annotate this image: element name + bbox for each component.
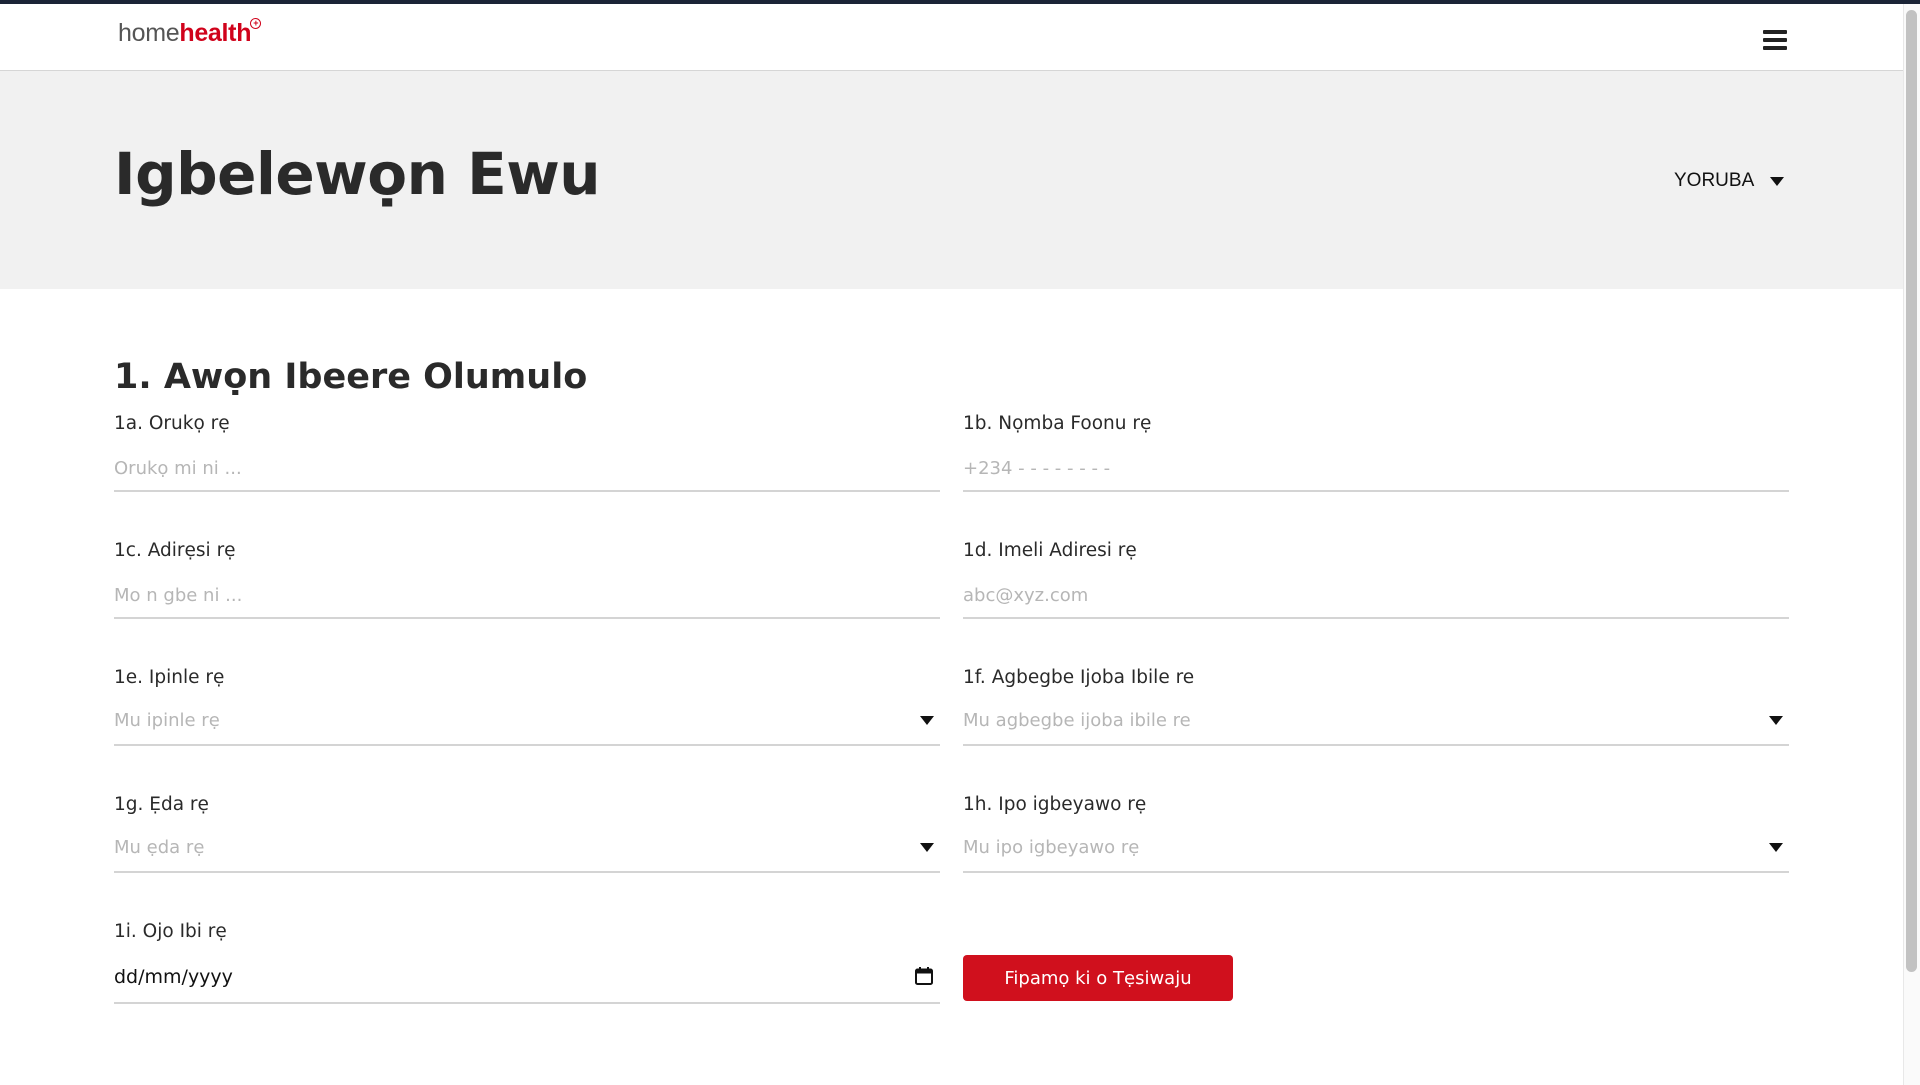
lga-select[interactable]: Mu agbegbe ijoba ibile re: [963, 700, 1789, 746]
section-title: 1. Awọn Ibeere Olumulo: [114, 357, 588, 397]
name-input[interactable]: [114, 446, 940, 492]
logo-plus-icon: +: [250, 18, 262, 29]
dob-field-group: 1i. Ojo Ibi rẹ dd/mm/yyyy: [114, 920, 940, 1008]
language-label: YORUBA: [1674, 170, 1755, 191]
gender-field-group: 1g. Ẹda rẹ Mu ẹda rẹ: [114, 793, 940, 877]
lga-field-group: 1f. Agbegbe Ijoba Ibile re Mu agbegbe ij…: [963, 666, 1789, 750]
state-placeholder: Mu ipinle rẹ: [114, 710, 220, 731]
marital-select[interactable]: Mu ipo igbeyawo rẹ: [963, 827, 1789, 873]
chevron-down-icon: [920, 843, 934, 852]
calendar-icon[interactable]: [914, 966, 934, 986]
chevron-down-icon: [1770, 177, 1784, 186]
scrollbar-thumb[interactable]: [1906, 10, 1917, 972]
homehealth-logo[interactable]: homehealth +: [118, 18, 262, 48]
page: homehealth + Igbelewọn Ewu YORUBA 1. Awọ…: [0, 0, 1920, 1085]
chevron-down-icon: [920, 716, 934, 725]
phone-input[interactable]: [963, 446, 1789, 492]
email-label: 1d. Imeli Adiresi rẹ: [963, 540, 1137, 561]
logo-home-text: home: [118, 19, 180, 47]
state-field-group: 1e. Ipinle rẹ Mu ipinle rẹ: [114, 666, 940, 750]
dob-input[interactable]: dd/mm/yyyy: [114, 954, 940, 1004]
gender-select[interactable]: Mu ẹda rẹ: [114, 827, 940, 873]
address-field-group: 1c. Adirẹsi rẹ: [114, 539, 940, 623]
address-label: 1c. Adirẹsi rẹ: [114, 540, 236, 561]
phone-field-group: 1b. Nọmba Foonu rẹ: [963, 412, 1789, 496]
hamburger-line: [1763, 46, 1787, 50]
gender-placeholder: Mu ẹda rẹ: [114, 837, 205, 858]
state-select[interactable]: Mu ipinle rẹ: [114, 700, 940, 746]
address-input[interactable]: [114, 573, 940, 619]
dob-label: 1i. Ojo Ibi rẹ: [114, 921, 227, 942]
email-input[interactable]: [963, 573, 1789, 619]
chevron-down-icon: [1769, 716, 1783, 725]
gender-label: 1g. Ẹda rẹ: [114, 794, 209, 815]
email-field-group: 1d. Imeli Adiresi rẹ: [963, 539, 1789, 623]
language-select[interactable]: YORUBA: [1672, 166, 1788, 196]
save-continue-button[interactable]: Fipamọ ki o Tẹsiwaju: [963, 955, 1233, 1001]
marital-field-group: 1h. Ipo igbeyawo rẹ Mu ipo igbeyawo rẹ: [963, 793, 1789, 877]
marital-placeholder: Mu ipo igbeyawo rẹ: [963, 837, 1140, 858]
hamburger-line: [1763, 30, 1787, 34]
hamburger-line: [1763, 38, 1787, 42]
page-title: Igbelewọn Ewu: [114, 140, 601, 208]
phone-label: 1b. Nọmba Foonu rẹ: [963, 413, 1152, 434]
navbar: homehealth +: [0, 4, 1903, 71]
lga-label: 1f. Agbegbe Ijoba Ibile re: [963, 667, 1195, 688]
chevron-down-icon: [1769, 843, 1783, 852]
logo-health-text: health: [179, 19, 252, 47]
name-label: 1a. Orukọ rẹ: [114, 413, 230, 434]
name-field-group: 1a. Orukọ rẹ: [114, 412, 940, 496]
dob-value: dd/mm/yyyy: [114, 966, 233, 988]
lga-placeholder: Mu agbegbe ijoba ibile re: [963, 710, 1191, 731]
marital-label: 1h. Ipo igbeyawo rẹ: [963, 794, 1147, 815]
state-label: 1e. Ipinle rẹ: [114, 667, 225, 688]
hamburger-menu-icon[interactable]: [1763, 30, 1787, 50]
